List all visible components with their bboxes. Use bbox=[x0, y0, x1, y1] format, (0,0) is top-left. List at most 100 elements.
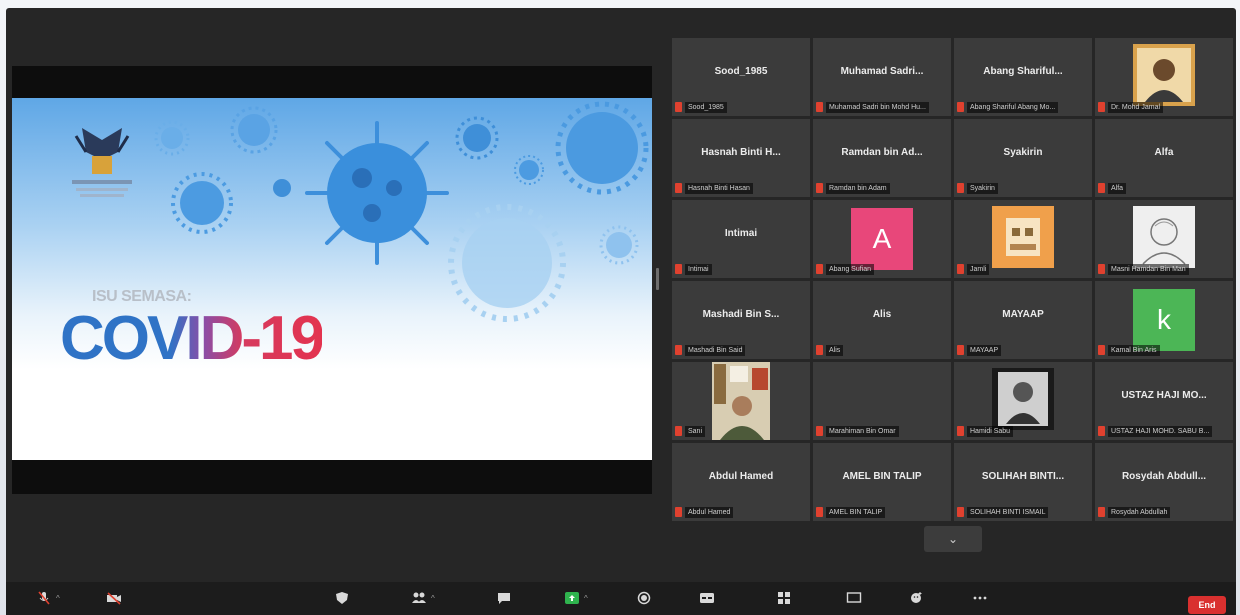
virus-graphic-right bbox=[555, 101, 649, 195]
apps-button[interactable] bbox=[846, 588, 862, 608]
participant-name-text: Abang Shariful Abang Mo... bbox=[967, 101, 1059, 113]
participant-tile[interactable]: MAYAAP MAYAAP bbox=[954, 281, 1092, 359]
participant-tile[interactable]: Sani bbox=[672, 362, 810, 440]
breakout-rooms-button[interactable] bbox=[776, 588, 792, 608]
participant-name-text: SOLIHAH BINTI ISMAIL bbox=[967, 506, 1049, 518]
virus-graphic-faded bbox=[448, 204, 566, 322]
participant-tile[interactable]: Rosydah Abdull... Rosydah Abdullah bbox=[1095, 443, 1233, 521]
participant-name-label: Abang Shariful Abang Mo... bbox=[957, 101, 1084, 113]
chat-button[interactable] bbox=[496, 588, 512, 608]
chevron-up-icon[interactable]: ^ bbox=[431, 594, 435, 603]
participant-name-label: Hamidi Sabu bbox=[957, 425, 1084, 437]
participant-tile[interactable]: SOLIHAH BINTI... SOLIHAH BINTI ISMAIL bbox=[954, 443, 1092, 521]
participant-name-label: Syakirin bbox=[957, 182, 1084, 194]
next-page-button[interactable]: ⌄ bbox=[924, 526, 982, 552]
participant-name-label: SOLIHAH BINTI ISMAIL bbox=[957, 506, 1084, 518]
video-button[interactable] bbox=[106, 588, 122, 608]
participant-tile[interactable]: Dr. Mohd Jamal bbox=[1095, 38, 1233, 116]
participant-tile[interactable]: Alfa Alfa bbox=[1095, 119, 1233, 197]
participant-name-label: USTAZ HAJI MOHD. SABU B... bbox=[1098, 425, 1225, 437]
avatar bbox=[1133, 206, 1195, 268]
participant-name-text: Muhamad Sadri bin Mohd Hu... bbox=[826, 101, 929, 113]
microphone-muted-icon bbox=[816, 102, 823, 112]
participant-tile[interactable]: Masni Hamdan Bin Man bbox=[1095, 200, 1233, 278]
participant-name-label: Abdul Hamed bbox=[675, 506, 802, 518]
security-button[interactable] bbox=[334, 588, 350, 608]
participant-display-name: Sood_1985 bbox=[714, 66, 768, 77]
meeting-toolbar: ^ ^ ^ End bbox=[6, 582, 1236, 615]
microphone-muted-icon bbox=[816, 426, 823, 436]
mute-button[interactable]: ^ bbox=[36, 588, 60, 608]
participant-tile[interactable]: Alis Alis bbox=[813, 281, 951, 359]
participant-name-label: Mashadi Bin Said bbox=[675, 344, 802, 356]
participant-tile[interactable]: Abang Shariful... Abang Shariful Abang Mo… bbox=[954, 38, 1092, 116]
participant-tile[interactable]: USTAZ HAJI MO... USTAZ HAJI MOHD. SABU B.… bbox=[1095, 362, 1233, 440]
participant-display-name: SOLIHAH BINTI... bbox=[981, 471, 1065, 482]
participant-name-text: Hasnah Binti Hasan bbox=[685, 182, 753, 194]
share-screen-icon bbox=[565, 592, 579, 604]
participant-tile[interactable]: A Abang Sufian bbox=[813, 200, 951, 278]
chevron-up-icon[interactable]: ^ bbox=[56, 594, 60, 603]
participant-display-name: Abdul Hamed bbox=[708, 471, 774, 482]
microphone-muted-icon bbox=[675, 426, 682, 436]
participant-tile[interactable]: Ramdan bin Ad... Ramdan bin Adam bbox=[813, 119, 951, 197]
participant-tile[interactable]: Mashadi Bin S... Mashadi Bin Said bbox=[672, 281, 810, 359]
record-button[interactable] bbox=[636, 588, 652, 608]
participant-tile[interactable]: Abdul Hamed Abdul Hamed bbox=[672, 443, 810, 521]
microphone-muted-icon bbox=[1098, 507, 1105, 517]
participant-tile[interactable]: Muhamad Sadri... Muhamad Sadri bin Mohd H… bbox=[813, 38, 951, 116]
participant-tile[interactable]: Intimai Intimai bbox=[672, 200, 810, 278]
participant-tile[interactable]: Syakirin Syakirin bbox=[954, 119, 1092, 197]
participant-gallery: Sood_1985 Sood_1985 Muhamad Sadri... Muhama… bbox=[672, 38, 1236, 522]
share-screen-button[interactable]: ^ bbox=[564, 588, 588, 608]
chevron-up-icon[interactable]: ^ bbox=[584, 594, 588, 603]
participant-name-label: Ramdan bin Adam bbox=[816, 182, 943, 194]
participant-display-name: Hasnah Binti H... bbox=[701, 147, 781, 158]
participant-name-label: Kamal Bin Aris bbox=[1098, 344, 1225, 356]
avatar: A bbox=[851, 208, 913, 270]
participant-tile[interactable]: Hasnah Binti H... Hasnah Binti Hasan bbox=[672, 119, 810, 197]
participant-name-label: MAYAAP bbox=[957, 344, 1084, 356]
avatar bbox=[992, 368, 1054, 430]
apps-icon bbox=[846, 592, 862, 603]
avatar: k bbox=[1133, 289, 1195, 351]
participant-name-label: Masni Hamdan Bin Man bbox=[1098, 263, 1225, 275]
participant-name-text: Alis bbox=[826, 344, 844, 356]
participant-name-text: USTAZ HAJI MOHD. SABU B... bbox=[1108, 425, 1213, 437]
microphone-muted-icon bbox=[816, 345, 823, 355]
more-button[interactable] bbox=[972, 588, 988, 608]
participant-name-label: Marahiman Bin Omar bbox=[816, 425, 943, 437]
participant-name-text: Abdul Hamed bbox=[685, 506, 734, 518]
participant-display-name: Abang Shariful... bbox=[983, 66, 1063, 77]
participant-display-name: AMEL BIN TALIP bbox=[842, 471, 922, 482]
participant-tile[interactable]: AMEL BIN TALIP AMEL BIN TALIP bbox=[813, 443, 951, 521]
reactions-button[interactable] bbox=[908, 588, 924, 608]
participant-tile[interactable]: Marahiman Bin Omar bbox=[813, 362, 951, 440]
breakout-rooms-icon bbox=[778, 592, 790, 604]
participant-name-label: Rosydah Abdullah bbox=[1098, 506, 1225, 518]
participant-name-text: Marahiman Bin Omar bbox=[826, 425, 899, 437]
video-camera-off-icon bbox=[107, 592, 121, 605]
end-meeting-button[interactable]: End bbox=[1188, 596, 1226, 614]
microphone-muted-icon bbox=[1098, 183, 1105, 193]
virus-graphic-small-1 bbox=[171, 172, 233, 234]
closed-caption-button[interactable] bbox=[699, 588, 715, 608]
participant-display-name: Rosydah Abdull... bbox=[1121, 471, 1207, 482]
participant-name-label: Muhamad Sadri bin Mohd Hu... bbox=[816, 101, 943, 113]
participant-name-label: Hasnah Binti Hasan bbox=[675, 182, 802, 194]
participant-tile[interactable]: Jamli bbox=[954, 200, 1092, 278]
participant-tile[interactable]: k Kamal Bin Aris bbox=[1095, 281, 1233, 359]
participant-display-name: Ramdan bin Ad... bbox=[841, 147, 923, 158]
virus-graphic-small-5 bbox=[599, 225, 639, 265]
slide-title: COVID-19 bbox=[60, 304, 325, 373]
more-dots-icon bbox=[973, 596, 987, 600]
view-splitter-handle[interactable] bbox=[656, 268, 659, 290]
participant-name-text: Intimai bbox=[685, 263, 712, 275]
participant-name-label: AMEL BIN TALIP bbox=[816, 506, 943, 518]
participant-name-label: Jamli bbox=[957, 263, 1084, 275]
microphone-muted-icon bbox=[957, 426, 964, 436]
participant-tile[interactable]: Sood_1985 Sood_1985 bbox=[672, 38, 810, 116]
participant-tile[interactable]: Hamidi Sabu bbox=[954, 362, 1092, 440]
participant-display-name: Mashadi Bin S... bbox=[702, 309, 780, 320]
participants-button[interactable]: ^ bbox=[411, 588, 435, 608]
